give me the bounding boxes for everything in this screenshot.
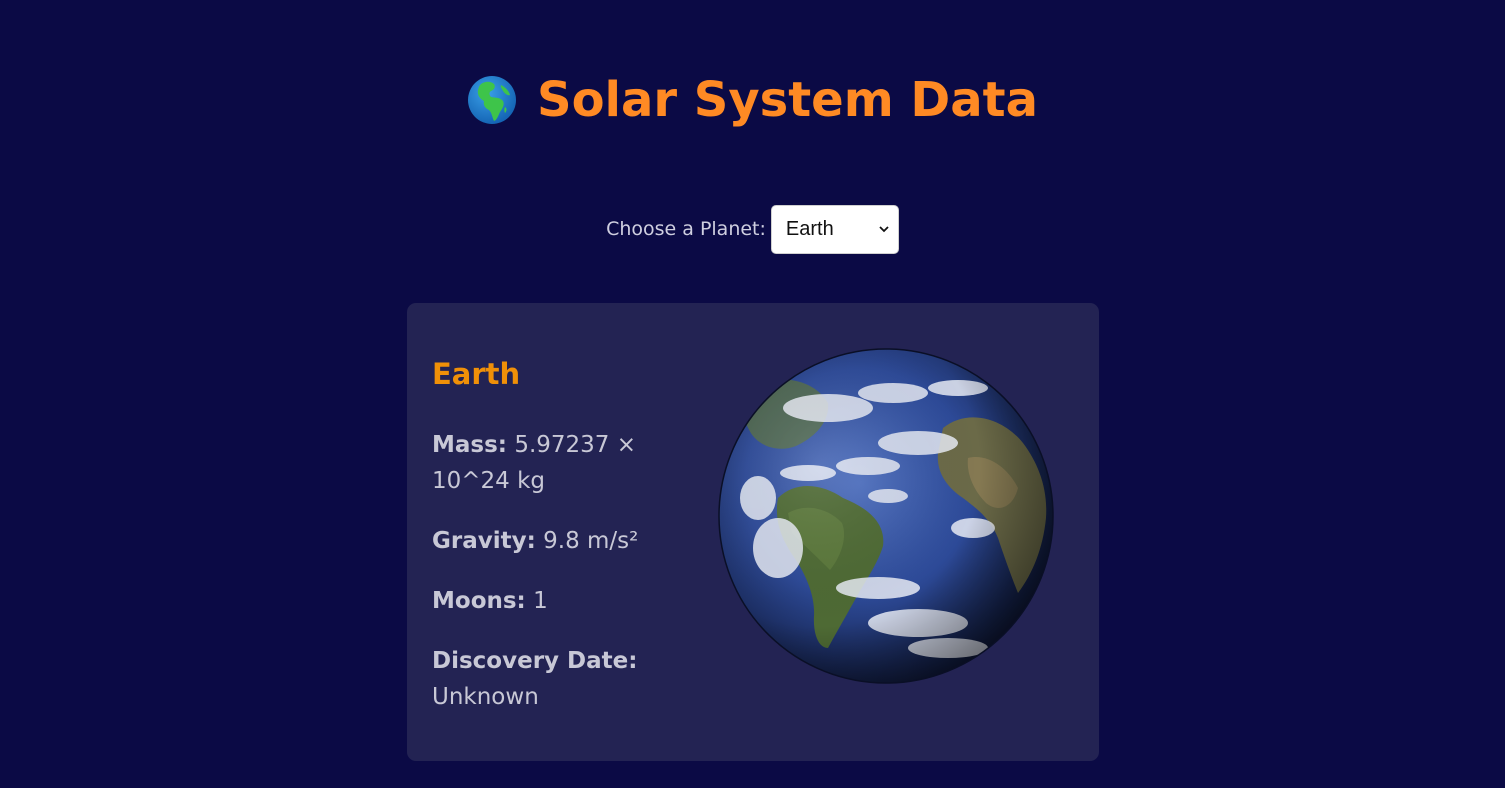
chevron-down-icon — [879, 226, 889, 233]
fact-label: Mass: — [432, 432, 507, 458]
fact-mass: Mass: 5.97237 × 10^24 kg — [432, 427, 707, 499]
page-title: Solar System Data — [537, 72, 1038, 128]
fact-label: Discovery Date: — [432, 648, 638, 674]
planet-select-value: Earth — [785, 217, 834, 240]
fact-gravity: Gravity: 9.8 m/s² — [432, 523, 707, 559]
page-header: Solar System Data — [0, 68, 1505, 132]
planet-select-label: Choose a Planet: — [606, 218, 766, 240]
fact-value: 1 — [533, 588, 548, 614]
earth-image — [718, 348, 1054, 684]
planet-card: Earth Mass: 5.97237 × 10^24 kg Gravity: … — [407, 303, 1099, 761]
fact-discovery-date: Discovery Date: Unknown — [432, 643, 707, 715]
fact-label: Gravity: — [432, 528, 536, 554]
fact-value: Unknown — [432, 684, 539, 710]
planet-info: Earth Mass: 5.97237 × 10^24 kg Gravity: … — [432, 355, 707, 739]
fact-moons: Moons: 1 — [432, 583, 707, 619]
globe-icon — [468, 76, 516, 124]
planet-name: Earth — [432, 357, 521, 391]
planet-select[interactable]: Earth — [770, 204, 899, 254]
planet-chooser: Choose a Planet: Earth — [0, 204, 1505, 254]
fact-label: Moons: — [432, 588, 526, 614]
fact-value: 9.8 m/s² — [543, 528, 639, 554]
